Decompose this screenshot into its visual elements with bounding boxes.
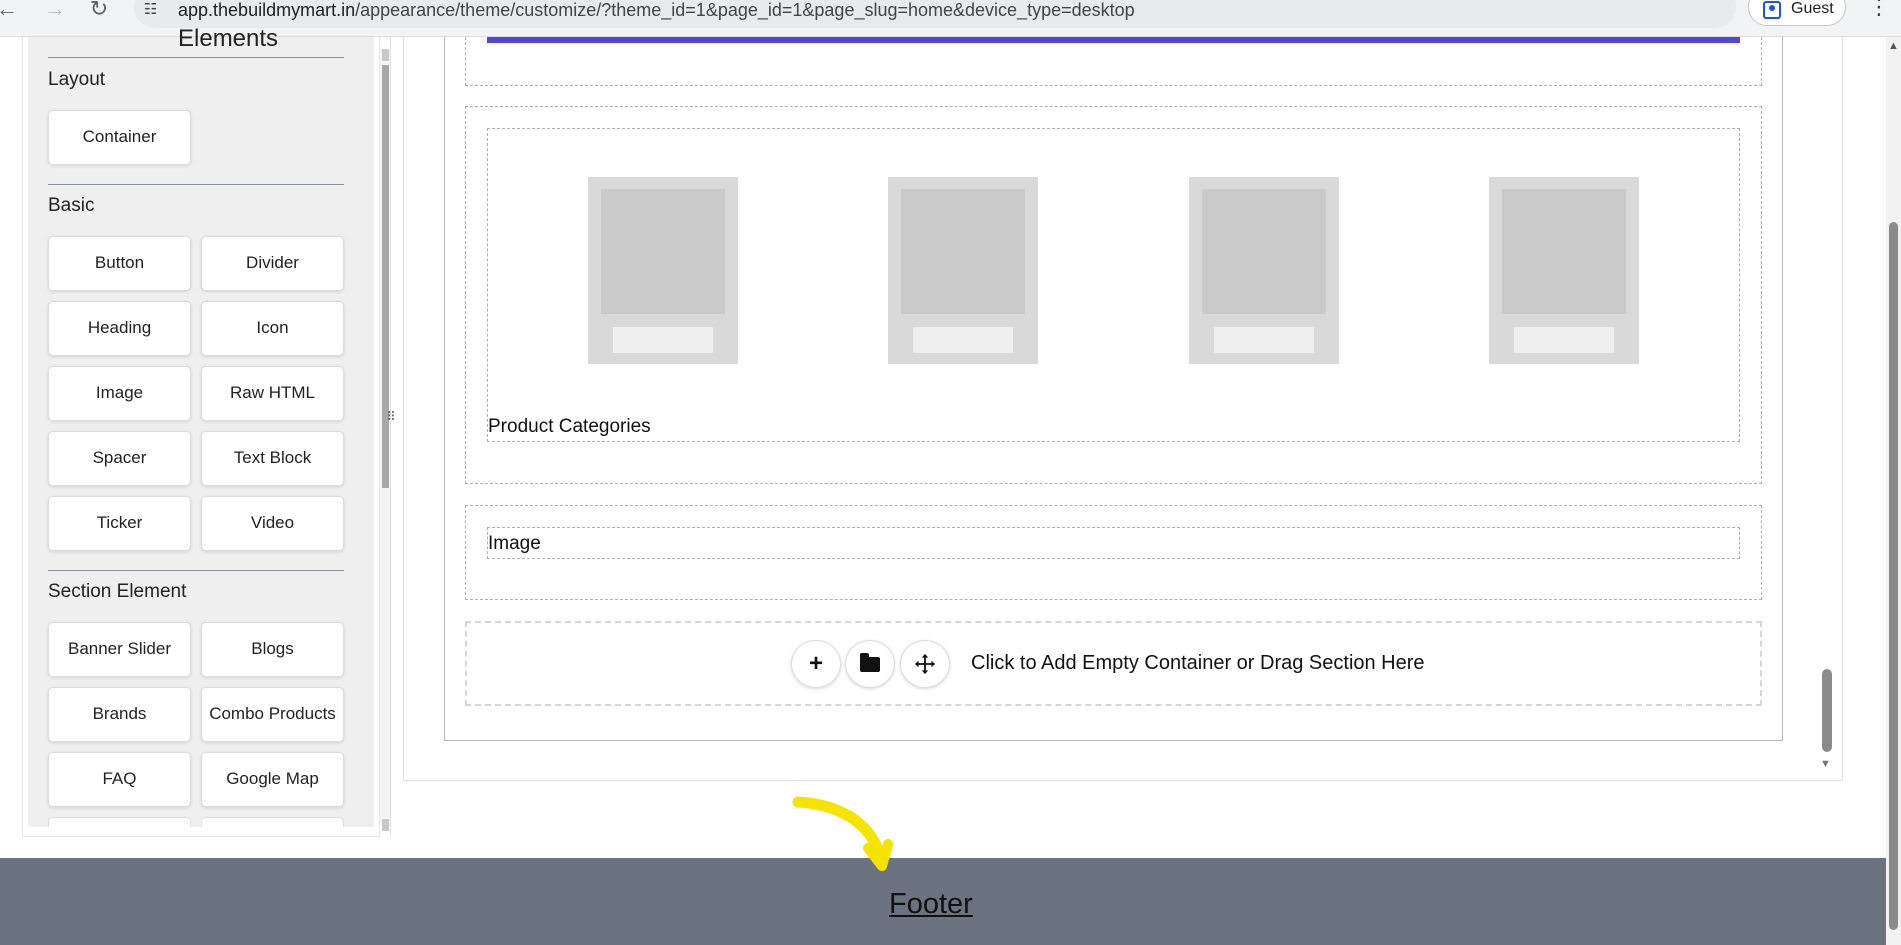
scroll-up-button[interactable] — [382, 49, 389, 61]
url-path: /appearance/theme/customize/?theme_id=1&… — [355, 0, 1135, 20]
image-element-label: Image — [488, 533, 541, 554]
profile-label: Guest — [1791, 0, 1834, 17]
add-container-hint: Click to Add Empty Container or Drag Sec… — [971, 652, 1425, 674]
section-divider — [48, 184, 344, 185]
section-divider — [48, 57, 344, 58]
add-container-button[interactable]: + — [791, 640, 841, 688]
element-video[interactable]: Video — [201, 496, 344, 551]
element-brands[interactable]: Brands — [48, 687, 191, 742]
category-placeholder — [888, 177, 1038, 364]
element-combo-products[interactable]: Combo Products — [201, 687, 344, 742]
element-google-map[interactable]: Google Map — [201, 752, 344, 807]
category-placeholder — [588, 177, 738, 364]
element-partial[interactable] — [48, 817, 191, 827]
back-arrow-icon[interactable]: ← — [0, 0, 22, 22]
panel-title: Elements — [178, 25, 279, 52]
footer-bar: Footer — [0, 858, 1886, 945]
caption-placeholder — [1514, 327, 1614, 353]
element-text-block[interactable]: Text Block — [201, 431, 344, 486]
panel-scrollbar[interactable] — [380, 49, 390, 831]
element-divider[interactable]: Divider — [201, 236, 344, 291]
caption-placeholder — [913, 327, 1013, 353]
profile-icon — [1763, 1, 1781, 19]
caption-placeholder — [613, 327, 713, 353]
move-icon — [914, 653, 936, 675]
drag-handle-icon[interactable]: ⠿ — [386, 405, 396, 429]
annotation-arrow — [792, 796, 893, 871]
section-divider — [48, 570, 344, 571]
reload-icon[interactable]: ↻ — [84, 0, 114, 22]
element-button[interactable]: Button — [48, 236, 191, 291]
category-placeholder — [1489, 177, 1639, 364]
page-scrollbar-thumb[interactable] — [1889, 222, 1898, 930]
image-placeholder — [901, 189, 1025, 314]
open-library-button[interactable] — [845, 640, 895, 688]
plus-icon: + — [808, 650, 823, 677]
element-container[interactable]: Container — [48, 110, 191, 165]
forward-arrow-icon[interactable]: → — [40, 0, 70, 22]
category-placeholder — [1189, 177, 1339, 364]
url-text[interactable]: app.thebuildmymart.in/appearance/theme/c… — [178, 0, 1135, 21]
drag-section-button[interactable] — [900, 640, 950, 688]
element-partial[interactable] — [201, 817, 344, 827]
section-label-section-element: Section Element — [48, 581, 187, 602]
element-heading[interactable]: Heading — [48, 301, 191, 356]
element-ticker[interactable]: Ticker — [48, 496, 191, 551]
element-image[interactable]: Image — [48, 366, 191, 421]
section-label-layout: Layout — [48, 69, 106, 90]
element-faq[interactable]: FAQ — [48, 752, 191, 807]
scroll-up-icon[interactable]: ▲ — [1888, 40, 1899, 52]
address-bar[interactable]: ☷ app.thebuildmymart.in/appearance/theme… — [134, 0, 1736, 28]
element-icon[interactable]: Icon — [201, 301, 344, 356]
section-block[interactable] — [465, 37, 1762, 86]
image-placeholder — [601, 189, 725, 314]
kebab-menu-icon[interactable]: ⋮ — [1868, 0, 1890, 20]
image-placeholder — [1502, 189, 1626, 314]
element-spacer[interactable]: Spacer — [48, 431, 191, 486]
element-raw-html[interactable]: Raw HTML — [201, 366, 344, 421]
browser-toolbar: ← → ↻ ☷ app.thebuildmymart.in/appearance… — [0, 0, 1901, 37]
image-placeholder — [1202, 189, 1326, 314]
image-element[interactable] — [487, 527, 1740, 559]
folder-icon — [860, 652, 880, 672]
url-host: app.thebuildmymart.in — [178, 0, 356, 20]
footer-link[interactable]: Footer — [889, 888, 973, 921]
element-banner-slider[interactable]: Banner Slider — [48, 622, 191, 677]
caption-placeholder — [1214, 327, 1314, 353]
section-label-basic: Basic — [48, 195, 95, 216]
scroll-down-button[interactable] — [382, 819, 389, 831]
scroll-down-icon[interactable]: ▼ — [1820, 758, 1831, 770]
accent-divider[interactable] — [487, 37, 1740, 43]
profile-button[interactable]: Guest — [1748, 0, 1846, 26]
panel-splitter[interactable] — [390, 37, 391, 837]
site-info-icon[interactable]: ☷ — [144, 0, 164, 20]
product-categories-label: Product Categories — [488, 416, 651, 437]
element-blogs[interactable]: Blogs — [201, 622, 344, 677]
canvas-scrollbar-thumb[interactable] — [1822, 669, 1832, 752]
elements-panel: Elements Layout Container Basic Button D… — [28, 25, 390, 831]
